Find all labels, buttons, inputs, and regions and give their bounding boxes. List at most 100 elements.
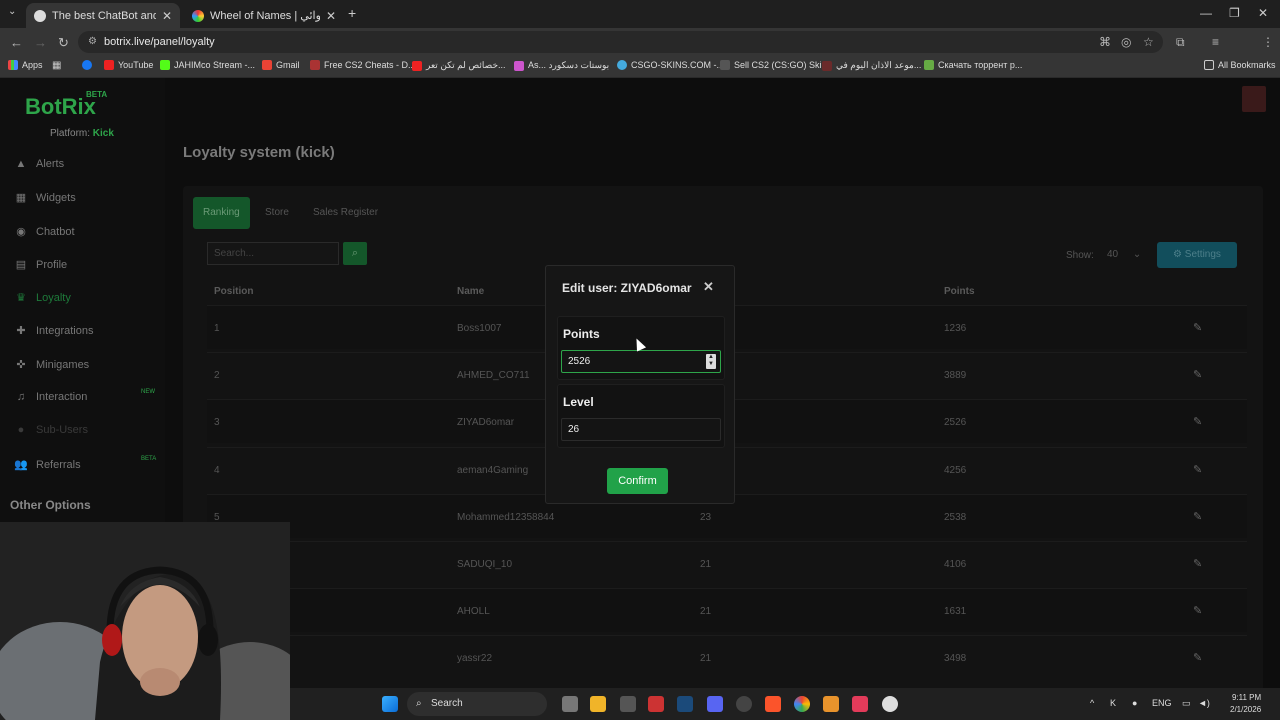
- media-app-icon[interactable]: [852, 696, 868, 712]
- translate-icon[interactable]: ⌘: [1099, 35, 1111, 49]
- windows-start-icon[interactable]: [382, 696, 398, 712]
- bookmark-label: All Bookmarks: [1218, 60, 1276, 70]
- media-icon[interactable]: ≡: [1212, 35, 1219, 49]
- bookmark-item[interactable]: [82, 60, 96, 70]
- column-header-name[interactable]: Name: [457, 286, 484, 297]
- bookmark-label: JAHIMco Stream -...: [174, 60, 256, 70]
- discord-icon[interactable]: [707, 696, 723, 712]
- sidebar-item-widgets[interactable]: ▦ Widgets: [14, 191, 76, 205]
- apps-grid-icon: [8, 60, 18, 70]
- bookmark-item[interactable]: CSGO-SKINS.COM -...: [617, 60, 724, 70]
- folder-icon[interactable]: [590, 696, 606, 712]
- search-input[interactable]: Search...: [207, 242, 339, 265]
- bookmark-item[interactable]: JAHIMco Stream -...: [160, 60, 255, 70]
- bookmark-item[interactable]: خصائص لم تكن تعر...: [412, 60, 506, 71]
- eye-off-icon[interactable]: ◎: [1121, 35, 1131, 49]
- steam-icon[interactable]: [677, 696, 693, 712]
- url-field[interactable]: ⚙ botrix.live/panel/loyalty: [78, 31, 1163, 53]
- other-options-heading[interactable]: Other Options: [10, 498, 91, 512]
- table-row: SADUQI_10 21 4106 ✎: [207, 541, 1247, 585]
- brave-icon[interactable]: [765, 696, 781, 712]
- forward-icon[interactable]: →: [34, 35, 47, 50]
- tray-chevron-icon[interactable]: ^: [1090, 698, 1094, 708]
- system-clock[interactable]: 9:11 PM 2/1/2026: [1230, 692, 1261, 716]
- search-button[interactable]: ⌕: [343, 242, 367, 265]
- tab-store[interactable]: Store: [255, 197, 299, 229]
- app-icon[interactable]: [736, 696, 752, 712]
- launcher-icon[interactable]: [823, 696, 839, 712]
- edit-pencil-icon[interactable]: ✎: [1193, 415, 1202, 428]
- extensions-icon[interactable]: ⧉: [1176, 35, 1185, 50]
- bookmark-item[interactable]: Gmail: [262, 60, 300, 70]
- close-tab-icon[interactable]: ✕: [326, 9, 336, 23]
- language-indicator[interactable]: ENG: [1152, 698, 1172, 708]
- tray-app-icon[interactable]: K: [1110, 698, 1116, 708]
- user-avatar[interactable]: [1242, 86, 1266, 112]
- bookmark-item[interactable]: YouTube: [104, 60, 153, 70]
- file-explorer-icon[interactable]: [562, 696, 578, 712]
- all-bookmarks[interactable]: All Bookmarks: [1204, 60, 1276, 70]
- tray-mic-icon[interactable]: ●: [1132, 698, 1137, 708]
- bookmark-item[interactable]: Скачать торрент р...: [924, 60, 1022, 70]
- sidebar-item-referrals[interactable]: 👥 Referrals: [14, 458, 80, 472]
- site-info-icon[interactable]: ⚙: [88, 31, 97, 53]
- tab-botrix[interactable]: The best ChatBot and Widgets ✕: [26, 3, 180, 28]
- sidebar-item-sub-users[interactable]: ● Sub-Users: [14, 424, 88, 436]
- level-group: Level 26: [557, 384, 725, 448]
- tab-wheel-of-names[interactable]: Wheel of Names | اسم العشوائي ✕: [184, 3, 344, 28]
- obs-icon[interactable]: [882, 696, 898, 712]
- bookmark-item[interactable]: As... بوستات دسكورد: [514, 60, 609, 71]
- bookmark-item[interactable]: موعد الاذان اليوم في...: [822, 60, 921, 71]
- chrome-icon[interactable]: [794, 696, 810, 712]
- settings-label: Settings: [1184, 249, 1221, 260]
- clock-date: 2/1/2026: [1230, 705, 1262, 714]
- confirm-button[interactable]: Confirm: [607, 468, 668, 494]
- sidebar-item-profile[interactable]: ▤ Profile: [14, 258, 67, 272]
- sidebar-item-integrations[interactable]: ✚ Integrations: [14, 324, 93, 338]
- back-icon[interactable]: ←: [10, 35, 23, 50]
- row-name: ZIYAD6omar: [457, 417, 515, 429]
- sidebar-item-interaction[interactable]: ♫ Interaction: [14, 391, 88, 403]
- bookmark-item[interactable]: Sell CS2 (CS:GO) Ski...: [720, 60, 829, 70]
- bookmark-item[interactable]: Free CS2 Cheats - D...: [310, 60, 416, 70]
- sidebar-item-loyalty[interactable]: ♛ Loyalty: [14, 291, 71, 305]
- edit-pencil-icon[interactable]: ✎: [1193, 604, 1202, 617]
- new-tab-button[interactable]: +: [348, 5, 356, 21]
- sidebar-item-alerts[interactable]: ▲ Alerts: [14, 158, 65, 170]
- volume-icon[interactable]: ◄): [1198, 698, 1210, 708]
- minimize-icon[interactable]: —: [1200, 6, 1212, 20]
- tab-groups-icon[interactable]: ▦: [52, 60, 61, 71]
- gpu-icon[interactable]: [620, 696, 636, 712]
- restore-icon[interactable]: ❐: [1229, 6, 1240, 20]
- level-field[interactable]: 26: [561, 418, 721, 441]
- reload-icon[interactable]: ↻: [58, 35, 69, 51]
- close-tab-icon[interactable]: ✕: [162, 9, 172, 23]
- edit-pencil-icon[interactable]: ✎: [1193, 463, 1202, 476]
- edit-pencil-icon[interactable]: ✎: [1193, 557, 1202, 570]
- column-header-position[interactable]: Position: [214, 286, 253, 297]
- tab-ranking[interactable]: Ranking: [193, 197, 250, 229]
- taskbar-search[interactable]: ⌕ Search: [407, 692, 547, 716]
- edit-pencil-icon[interactable]: ✎: [1193, 651, 1202, 664]
- row-name: AHOLL: [457, 606, 490, 618]
- edit-pencil-icon[interactable]: ✎: [1193, 368, 1202, 381]
- bookmark-apps[interactable]: Apps: [8, 60, 43, 70]
- window-close-icon[interactable]: ✕: [1258, 6, 1268, 20]
- row-position: 2: [214, 370, 220, 382]
- display-icon[interactable]: ▭: [1182, 698, 1191, 709]
- sidebar-item-chatbot[interactable]: ◉ Chatbot: [14, 225, 74, 239]
- riot-icon[interactable]: [648, 696, 664, 712]
- settings-button[interactable]: ⚙ Settings: [1157, 242, 1237, 268]
- edit-pencil-icon[interactable]: ✎: [1193, 321, 1202, 334]
- points-field[interactable]: 2526 ▲ ▼: [561, 350, 721, 373]
- show-count-select[interactable]: 40 ⌄: [1101, 244, 1147, 266]
- sidebar-item-minigames[interactable]: ✜ Minigames: [14, 358, 89, 372]
- column-header-points[interactable]: Points: [944, 286, 975, 297]
- menu-icon[interactable]: ⋮: [1262, 35, 1274, 49]
- close-icon[interactable]: ✕: [703, 279, 714, 295]
- bookmark-star-icon[interactable]: ☆: [1143, 35, 1154, 49]
- number-spinner-icon[interactable]: ▲ ▼: [706, 354, 716, 369]
- tab-list-dropdown-icon[interactable]: ⌄: [8, 6, 16, 17]
- edit-pencil-icon[interactable]: ✎: [1193, 510, 1202, 523]
- tab-sales-register[interactable]: Sales Register: [303, 197, 388, 229]
